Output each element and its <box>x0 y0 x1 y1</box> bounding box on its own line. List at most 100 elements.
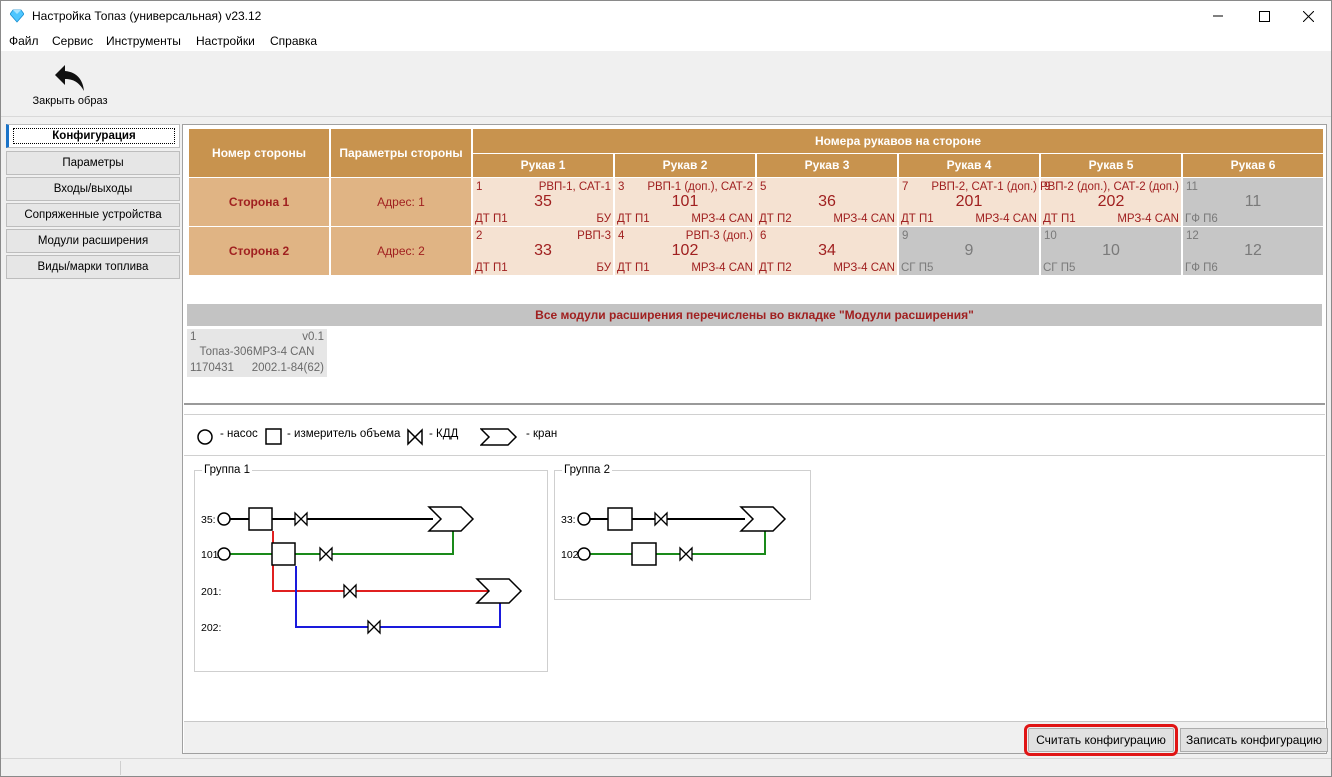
undo-arrow-icon <box>55 65 84 91</box>
hose-cell[interactable]: 9 РВП-2 (доп.), САТ-2 (доп.) 202 ДТ П1 МРЗ-4… <box>1039 178 1181 226</box>
hose-cell[interactable]: 6 34 ДТ П2 МРЗ-4 CAN <box>757 227 897 275</box>
module-card[interactable]: 1 v0.1 Топаз-306МРЗ-4 CAN 1170431 2002.1… <box>187 329 327 377</box>
maximize-icon <box>1258 10 1270 22</box>
hose-card: 7 РВП-2, САТ-1 (доп.) 201 ДТ П1 МРЗ-4 CAN <box>899 178 1039 226</box>
hose-fuel: ДТ П1 <box>617 213 650 225</box>
menu-help[interactable]: Справка <box>270 34 317 48</box>
hose-fuel: ДТ П2 <box>759 213 792 225</box>
menu-tools[interactable]: Инструменты <box>106 34 181 48</box>
hose-logical-number: 12 <box>1244 242 1262 259</box>
legend: - насос - измеритель объема - КДД - кран <box>184 414 1325 456</box>
module-code: 2002.1-84(62) <box>251 362 324 374</box>
hose-device: БУ <box>596 213 611 225</box>
nav-fuel-types-label: Виды/марки топлива <box>37 261 149 273</box>
hose-number: 7 <box>902 181 909 193</box>
side-2-address[interactable]: Адрес: 2 <box>331 227 471 275</box>
close-image-button[interactable]: Закрыть образ <box>27 61 113 113</box>
hose-cell[interactable]: 2 РВП-3 33 ДТ П1 БУ <box>473 227 613 275</box>
configuration-panel: Номер стороны Параметры стороны Номера р… <box>184 126 1325 405</box>
menu-bar: Файл Сервис Инструменты Настройки Справк… <box>1 31 1331 51</box>
hose-cell[interactable]: 5 36 ДТ П2 МРЗ-4 CAN <box>757 178 897 226</box>
hose-fuel: СГ П5 <box>901 262 934 274</box>
hose-function: РВП-1 (доп.), САТ-2 <box>647 181 753 193</box>
hose-number: 3 <box>618 181 625 193</box>
hose-logical-number: 202 <box>1097 193 1125 210</box>
nav-fuel-types[interactable]: Виды/марки топлива <box>6 255 180 279</box>
side-2-name[interactable]: Сторона 2 <box>189 227 329 275</box>
hose-number: 12 <box>1186 230 1199 242</box>
hose-logical-number: 201 <box>955 193 983 210</box>
group-1-diagram: Группа 1 35: 101: 201: 202: <box>194 464 548 672</box>
header-hose-1: Рукав 1 <box>473 153 613 177</box>
nav-inputs-outputs[interactable]: Входы/выходы <box>6 177 180 201</box>
main-panel: Номер стороны Параметры стороны Номера р… <box>182 124 1328 756</box>
hose-device: МРЗ-4 CAN <box>833 213 895 225</box>
header-side-number: Номер стороны <box>189 129 329 177</box>
hose-card: 1 РВП-1, САТ-1 35 ДТ П1 БУ <box>473 178 613 226</box>
hose-device: МРЗ-4 CAN <box>691 213 753 225</box>
header-hose-2: Рукав 2 <box>615 153 755 177</box>
header-hose-5: Рукав 5 <box>1041 153 1181 177</box>
hose-logical-number: 11 <box>1244 193 1262 210</box>
hose-logical-number: 9 <box>964 242 974 259</box>
hose-function: РВП-2, САТ-1 (доп.) <box>931 181 1037 193</box>
hose-cell[interactable]: 10 10 СГ П5 <box>1041 227 1181 275</box>
hose-logical-number: 34 <box>818 242 836 259</box>
hose-device: БУ <box>596 262 611 274</box>
menu-service[interactable]: Сервис <box>52 34 93 48</box>
nav-expansion-modules-label: Модули расширения <box>37 235 149 247</box>
nav-configuration-label: Конфигурация <box>13 128 175 144</box>
hose-logical-number: 35 <box>534 193 552 210</box>
hose-fuel: ДТ П2 <box>759 262 792 274</box>
menu-settings[interactable]: Настройки <box>196 34 255 48</box>
hose-cell[interactable]: 9 9 СГ П5 <box>899 227 1039 275</box>
hose-cell[interactable]: 4 РВП-3 (доп.) 102 ДТ П1 МРЗ-4 CAN <box>615 227 755 275</box>
hose-card: 9 9 СГ П5 <box>899 227 1039 275</box>
hose-number: 6 <box>760 230 767 242</box>
menu-file[interactable]: Файл <box>9 34 39 48</box>
hose-fuel: ДТ П1 <box>1043 213 1076 225</box>
module-name: Топаз-306МРЗ-4 CAN <box>199 346 315 358</box>
side-1-address[interactable]: Адрес: 1 <box>331 178 471 226</box>
nav-linked-devices[interactable]: Сопряженные устройства <box>6 203 180 227</box>
side-1-name[interactable]: Сторона 1 <box>189 178 329 226</box>
hose-number: 2 <box>476 230 483 242</box>
hose-logical-number: 33 <box>534 242 552 259</box>
hose-cell[interactable]: 1 РВП-1, САТ-1 35 ДТ П1 БУ <box>473 178 613 226</box>
module-serial: 1170431 <box>190 362 234 374</box>
group-1-label-202: 202: <box>201 622 221 634</box>
legend-meter: - измеритель объема <box>287 428 401 440</box>
legend-pump: - насос <box>220 428 258 440</box>
minimize-button[interactable] <box>1195 1 1241 31</box>
group-1-label-201: 201: <box>201 586 221 598</box>
legend-nozzle: - кран <box>526 428 558 440</box>
nav-inputs-outputs-label: Входы/выходы <box>53 183 133 195</box>
hose-card: 10 10 СГ П5 <box>1041 227 1181 275</box>
hose-cell[interactable]: 7 РВП-2, САТ-1 (доп.) 201 ДТ П1 МРЗ-4 CAN <box>899 178 1039 226</box>
meter-icon <box>265 428 282 445</box>
close-window-button[interactable] <box>1285 1 1331 31</box>
write-configuration-button[interactable]: Записать конфигурацию <box>1180 728 1328 752</box>
hose-function: РВП-2 (доп.), САТ-2 (доп.) <box>1039 181 1179 193</box>
nav-expansion-modules[interactable]: Модули расширения <box>6 229 180 253</box>
maximize-button[interactable] <box>1241 1 1287 31</box>
hose-fuel: ДТ П1 <box>901 213 934 225</box>
title-bar: Настройка Топаз (универсальная) v23.12 <box>1 1 1331 31</box>
nav-parameters[interactable]: Параметры <box>6 151 180 175</box>
nozzle-icon <box>480 428 518 446</box>
module-version: v0.1 <box>302 331 324 343</box>
hose-cell[interactable]: 11 11 ГФ П6 <box>1183 178 1323 226</box>
hose-fuel: СГ П5 <box>1043 262 1076 274</box>
close-image-label: Закрыть образ <box>32 95 108 107</box>
hose-logical-number: 101 <box>671 193 699 210</box>
hose-card: 9 РВП-2 (доп.), САТ-2 (доп.) 202 ДТ П1 МРЗ-4… <box>1039 178 1181 226</box>
hose-cell[interactable]: 3 РВП-1 (доп.), САТ-2 101 ДТ П1 МРЗ-4 CAN <box>615 178 755 226</box>
hose-function: РВП-3 <box>577 230 611 242</box>
hose-device: МРЗ-4 CAN <box>975 213 1037 225</box>
valve-icon <box>407 428 423 446</box>
read-configuration-button[interactable]: Считать конфигурацию <box>1024 724 1178 756</box>
nav-configuration[interactable]: Конфигурация <box>6 124 180 148</box>
hose-cell[interactable]: 12 12 ГФ П6 <box>1183 227 1323 275</box>
hose-fuel: ДТ П1 <box>475 262 508 274</box>
hose-logical-number: 10 <box>1102 242 1120 259</box>
